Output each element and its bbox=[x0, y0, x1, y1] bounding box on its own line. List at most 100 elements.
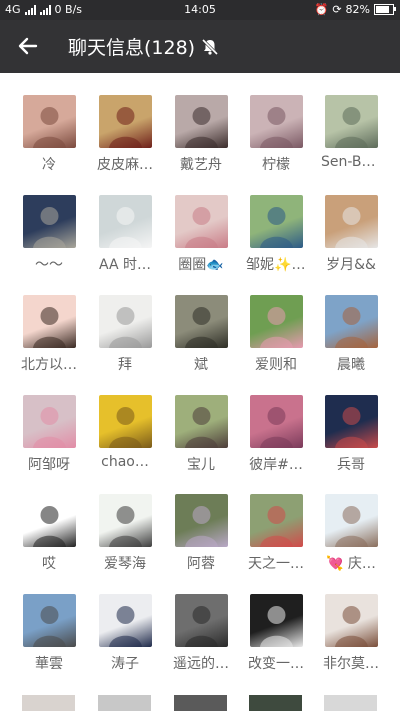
member-name: Sen-Br… bbox=[321, 154, 381, 170]
member-item[interactable]: 岁月&& bbox=[321, 195, 381, 274]
member-name: 宝儿 bbox=[187, 457, 215, 473]
member-avatar bbox=[324, 594, 378, 647]
back-button[interactable] bbox=[12, 30, 44, 62]
member-name: 彼岸#… bbox=[249, 457, 303, 473]
member-item[interactable]: 圈圈🐟 bbox=[171, 195, 231, 274]
member-avatar bbox=[174, 594, 228, 647]
member-item[interactable]: 冷 bbox=[19, 95, 79, 174]
member-item[interactable]: AA 时… bbox=[95, 195, 155, 274]
member-avatar-partial[interactable] bbox=[174, 695, 227, 711]
member-avatar bbox=[324, 195, 378, 248]
member-avatar bbox=[98, 395, 152, 448]
member-name: 爱则和 bbox=[255, 357, 297, 373]
member-avatar bbox=[174, 395, 228, 448]
member-avatar bbox=[98, 295, 152, 348]
member-avatar bbox=[324, 494, 378, 547]
member-avatar-partial[interactable] bbox=[324, 695, 377, 711]
member-item[interactable]: 柠檬 bbox=[246, 95, 306, 174]
member-name: 〜〜 bbox=[35, 257, 63, 273]
member-item[interactable]: 戴艺舟 bbox=[171, 95, 231, 174]
member-avatar bbox=[22, 494, 76, 547]
page-title: 聊天信息(128) bbox=[68, 37, 196, 59]
member-name: 拜 bbox=[118, 357, 132, 373]
page-title-wrap: 聊天信息(128) bbox=[68, 33, 219, 60]
member-name: 邹妮✨✨ bbox=[246, 257, 306, 273]
member-avatar bbox=[98, 594, 152, 647]
member-avatar bbox=[174, 494, 228, 547]
member-item[interactable]: 兵哥 bbox=[321, 395, 381, 474]
member-avatar bbox=[324, 95, 378, 148]
member-name: 爱琴海 bbox=[104, 556, 146, 572]
member-name: 晨曦 bbox=[337, 357, 365, 373]
member-item[interactable]: 改变一… bbox=[246, 594, 306, 673]
member-avatar-partial[interactable] bbox=[249, 695, 302, 711]
member-item[interactable]: 斌 bbox=[171, 295, 231, 374]
member-item[interactable]: chao… bbox=[95, 395, 155, 470]
member-name: 斌 bbox=[194, 357, 208, 373]
member-name: 圈圈🐟 bbox=[178, 257, 224, 273]
member-avatar bbox=[22, 594, 76, 647]
member-avatar bbox=[22, 395, 76, 448]
member-item[interactable]: Sen-Br… bbox=[321, 95, 381, 170]
member-item[interactable]: 彼岸#… bbox=[246, 395, 306, 474]
member-item[interactable]: 邹妮✨✨ bbox=[246, 195, 306, 274]
rotation-lock-icon: ⟳ bbox=[332, 3, 342, 16]
back-arrow-icon bbox=[18, 37, 38, 55]
member-item[interactable]: 爱则和 bbox=[246, 295, 306, 374]
alarm-icon: ⏰ bbox=[314, 3, 329, 16]
member-name: 💘 庆… bbox=[326, 556, 376, 572]
member-item[interactable]: 非尔莫… bbox=[321, 594, 381, 673]
member-avatar-partial[interactable] bbox=[22, 695, 75, 711]
member-name: 柠檬 bbox=[262, 157, 290, 173]
member-name: 哎 bbox=[42, 556, 56, 572]
member-avatar bbox=[98, 95, 152, 148]
member-avatar bbox=[174, 95, 228, 148]
member-item[interactable]: 💘 庆… bbox=[321, 494, 381, 573]
member-item[interactable]: 爱琴海 bbox=[95, 494, 155, 573]
member-item[interactable]: 遥远的… bbox=[171, 594, 231, 673]
member-item[interactable]: 宝儿 bbox=[171, 395, 231, 474]
member-avatar bbox=[249, 295, 303, 348]
member-item[interactable]: 阿蓉 bbox=[171, 494, 231, 573]
member-name: 冷 bbox=[42, 157, 56, 173]
member-avatar-partial[interactable] bbox=[98, 695, 151, 711]
battery-icon bbox=[374, 4, 396, 15]
member-name: 非尔莫… bbox=[323, 656, 379, 672]
member-item[interactable]: 涛子 bbox=[95, 594, 155, 673]
member-name: 兵哥 bbox=[337, 457, 365, 473]
app-bar: 聊天信息(128) bbox=[0, 20, 400, 73]
member-item[interactable]: 拜 bbox=[95, 295, 155, 374]
member-avatar bbox=[324, 395, 378, 448]
member-grid: 冷 皮皮麻… 戴艺舟 柠檬 Sen-Br… 〜〜 AA 时… 圈圈🐟 邹妮✨✨ 岁月&& 北方以… 拜… bbox=[0, 73, 400, 711]
member-item[interactable]: 華雲 bbox=[19, 594, 79, 673]
member-name: 皮皮麻… bbox=[97, 157, 153, 173]
member-item[interactable]: 天之一… bbox=[246, 494, 306, 573]
member-avatar bbox=[22, 95, 76, 148]
member-item[interactable]: 阿邹呀 bbox=[19, 395, 79, 474]
member-name: 阿邹呀 bbox=[28, 457, 70, 473]
member-avatar bbox=[249, 594, 303, 647]
member-avatar bbox=[249, 395, 303, 448]
battery-percent: 82% bbox=[345, 3, 370, 16]
member-avatar bbox=[98, 494, 152, 547]
member-avatar bbox=[249, 195, 303, 248]
member-name: 岁月&& bbox=[326, 257, 376, 273]
member-name: 天之一… bbox=[248, 556, 304, 572]
member-item[interactable]: 北方以… bbox=[19, 295, 79, 374]
member-name: 遥远的… bbox=[173, 656, 229, 672]
member-item[interactable]: 皮皮麻… bbox=[95, 95, 155, 174]
member-avatar bbox=[174, 195, 228, 248]
status-bar: 4G 0 B/s 14:05 ⏰ ⟳ 82% bbox=[0, 0, 400, 20]
member-name: AA 时… bbox=[99, 257, 151, 273]
member-item[interactable]: 〜〜 bbox=[19, 195, 79, 274]
status-right: ⏰ ⟳ 82% bbox=[314, 3, 396, 16]
member-avatar bbox=[98, 195, 152, 248]
member-name: 戴艺舟 bbox=[180, 157, 222, 173]
member-name: 阿蓉 bbox=[187, 556, 215, 572]
member-avatar bbox=[174, 295, 228, 348]
member-item[interactable]: 哎 bbox=[19, 494, 79, 573]
member-name: 改变一… bbox=[248, 656, 304, 672]
member-item[interactable]: 晨曦 bbox=[321, 295, 381, 374]
member-avatar bbox=[22, 195, 76, 248]
member-name: 華雲 bbox=[35, 656, 63, 672]
